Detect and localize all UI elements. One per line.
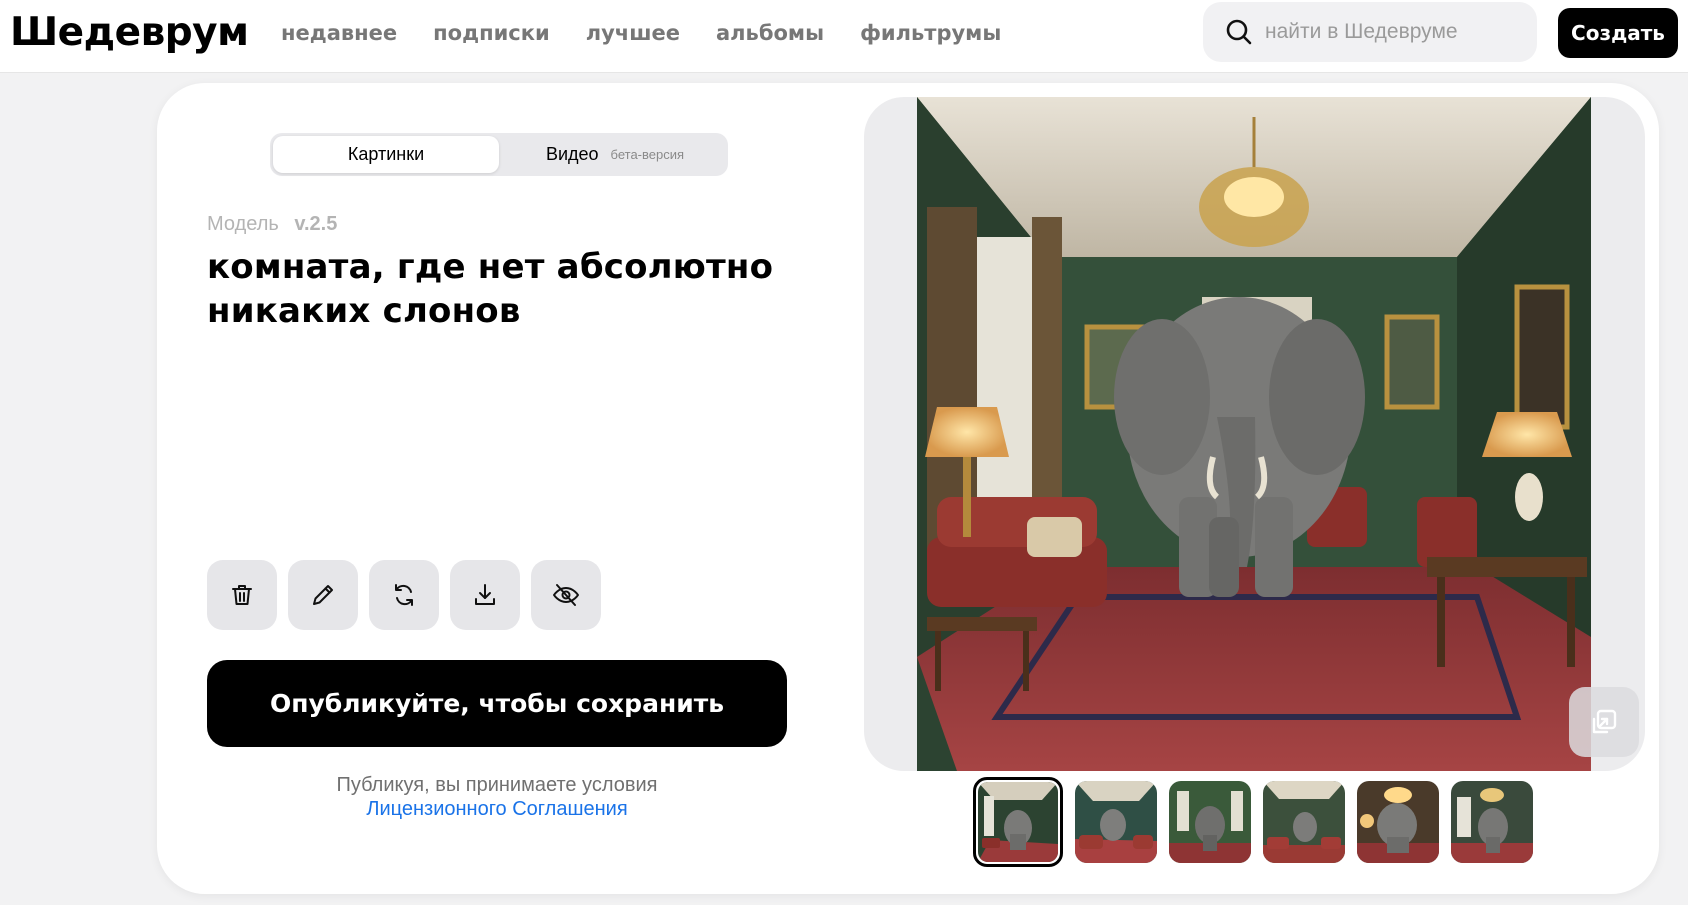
tab-video-label: Видео [545,144,599,164]
download-button[interactable] [450,560,520,630]
tab-images-label: Картинки [347,144,425,164]
nav-item-subscriptions[interactable]: подписки [433,18,550,48]
model-info: Модель v.2.5 [207,213,337,236]
tab-video[interactable]: Видео бета-версия [510,136,720,173]
thumbnail-strip [973,777,1533,867]
nav-item-filterrooms[interactable]: фильтрумы [860,18,1001,48]
publish-button[interactable]: Опубликуйте, чтобы сохранить [207,660,787,747]
search-box[interactable] [1203,2,1537,62]
thumbnail-1[interactable] [973,777,1063,867]
main-nav: недавнее подписки лучшее альбомы фильтру… [281,18,1001,48]
license-link[interactable]: Лицензионного Соглашения [207,797,787,821]
expand-icon [1592,709,1617,734]
thumbnail-2[interactable] [1075,781,1157,863]
room-scene [917,97,1591,771]
pencil-icon [313,585,333,605]
top-bar: Шедеврум недавнее подписки лучшее альбом… [0,0,1688,73]
expand-button[interactable] [1569,687,1639,757]
mode-toggle: Картинки Видео бета-версия [270,133,728,176]
beta-badge: бета-версия [610,147,685,162]
tab-images[interactable]: Картинки [273,136,499,173]
nav-item-recent[interactable]: недавнее [281,18,397,48]
create-button[interactable]: Создать [1558,8,1678,58]
logo[interactable]: Шедеврум [10,10,249,55]
trash-icon [232,585,252,605]
generation-card: Картинки Видео бета-версия Модель v.2.5 … [157,83,1659,894]
download-icon [475,584,495,605]
license-text: Публикуя, вы принимаете условия [336,774,658,796]
model-version: v.2.5 [294,213,338,235]
thumbnail-5[interactable] [1357,781,1439,863]
hide-button[interactable] [531,560,601,630]
search-icon [1226,19,1252,45]
thumbnail-6[interactable] [1451,781,1533,863]
nav-item-albums[interactable]: альбомы [716,18,824,48]
regenerate-icon [395,584,413,606]
image-preview-panel [864,97,1645,771]
delete-button[interactable] [207,560,277,630]
action-bar [207,560,601,630]
thumbnail-4[interactable] [1263,781,1345,863]
license-notice: Публикуя, вы принимаете условия Лицензио… [207,773,787,821]
search-input[interactable] [1263,19,1537,45]
regenerate-button[interactable] [369,560,439,630]
hide-eye-icon [553,584,579,606]
thumbnail-3[interactable] [1169,781,1251,863]
model-label: Модель [207,213,279,235]
generated-image[interactable] [917,97,1591,771]
nav-item-best[interactable]: лучшее [586,18,680,48]
edit-button[interactable] [288,560,358,630]
prompt-text: комната, где нет абсолютно никаких слоно… [207,247,774,331]
